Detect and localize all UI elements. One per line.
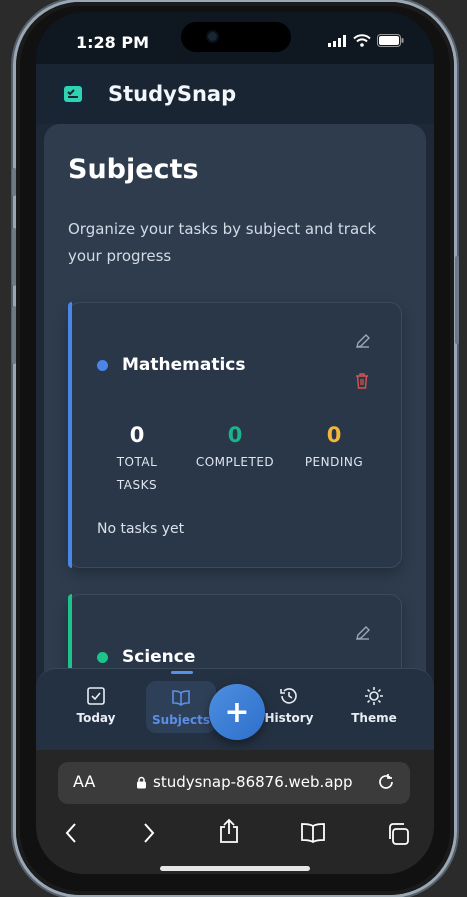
home-indicator xyxy=(160,866,310,871)
lock-icon xyxy=(137,776,146,788)
edit-icon[interactable] xyxy=(355,333,371,353)
nav-today-label: Today xyxy=(76,711,116,725)
nav-theme-label: Theme xyxy=(351,711,397,725)
subject-color-dot xyxy=(97,652,108,663)
dynamic-island xyxy=(181,22,291,52)
app-logo-icon xyxy=(60,81,86,107)
browser-toolbar: AA studysnap-86876.web.app xyxy=(36,750,434,874)
nav-today[interactable]: Today xyxy=(61,685,131,725)
subject-color-dot xyxy=(97,360,108,371)
tabs-icon[interactable] xyxy=(386,822,410,850)
stat-completed: 0 COMPLETED xyxy=(185,423,285,474)
power-button xyxy=(455,256,459,344)
reload-icon[interactable] xyxy=(376,772,396,796)
stat-pending: 0 PENDING xyxy=(291,423,377,474)
status-time: 1:28 PM xyxy=(76,33,150,52)
stat-pending-value: 0 xyxy=(326,423,342,447)
cellular-signal-icon xyxy=(328,34,346,47)
trash-icon[interactable] xyxy=(355,373,369,393)
stat-total: 0 TOTAL TASKS xyxy=(105,423,169,497)
reader-settings-button[interactable]: AA xyxy=(73,772,95,791)
nav-subjects-label: Subjects xyxy=(151,713,211,727)
stat-completed-label: COMPLETED xyxy=(195,455,275,469)
volume-down-button xyxy=(12,306,16,364)
wifi-icon xyxy=(353,34,371,47)
sun-icon xyxy=(339,685,409,707)
nav-subjects[interactable]: Subjects xyxy=(146,671,216,733)
stat-pending-label: PENDING xyxy=(304,455,364,469)
subject-accent-bar xyxy=(68,302,72,568)
camera-icon xyxy=(208,32,217,41)
nav-history-label: History xyxy=(264,711,314,725)
empty-tasks-text: No tasks yet xyxy=(97,521,185,537)
screen: 1:28 PM StudySnap Subjects Organize your… xyxy=(36,12,434,874)
page-title: Subjects xyxy=(68,154,199,185)
stat-total-value: 0 xyxy=(129,423,145,447)
volume-up-button xyxy=(12,228,16,286)
nav-theme[interactable]: Theme xyxy=(339,685,409,725)
subject-card-mathematics[interactable]: Mathematics 0 TOTAL TASKS 0 COMPLETED 0 xyxy=(68,302,402,568)
checkbox-icon xyxy=(61,685,131,707)
url-text: studysnap-86876.web.app xyxy=(153,773,353,791)
book-icon xyxy=(146,687,216,709)
nav-history[interactable]: History xyxy=(254,685,324,725)
add-task-button[interactable]: + xyxy=(209,684,265,740)
bookmarks-icon[interactable] xyxy=(300,822,326,848)
address-bar[interactable]: AA studysnap-86876.web.app xyxy=(58,762,410,804)
history-icon xyxy=(254,685,324,707)
nav-active-indicator xyxy=(171,671,193,674)
stat-total-label: TOTAL TASKS xyxy=(116,455,158,492)
subject-name: Mathematics xyxy=(122,355,246,375)
subject-name: Science xyxy=(122,647,196,667)
forward-icon[interactable] xyxy=(142,822,156,848)
back-icon[interactable] xyxy=(64,822,78,848)
share-icon[interactable] xyxy=(218,818,240,848)
stat-completed-value: 0 xyxy=(227,423,243,447)
mute-switch xyxy=(12,168,16,196)
edit-icon[interactable] xyxy=(355,625,371,645)
app-name: StudySnap xyxy=(108,82,237,106)
app-header: StudySnap xyxy=(36,64,434,124)
battery-icon xyxy=(377,34,404,47)
page-description: Organize your tasks by subject and track… xyxy=(68,220,377,265)
